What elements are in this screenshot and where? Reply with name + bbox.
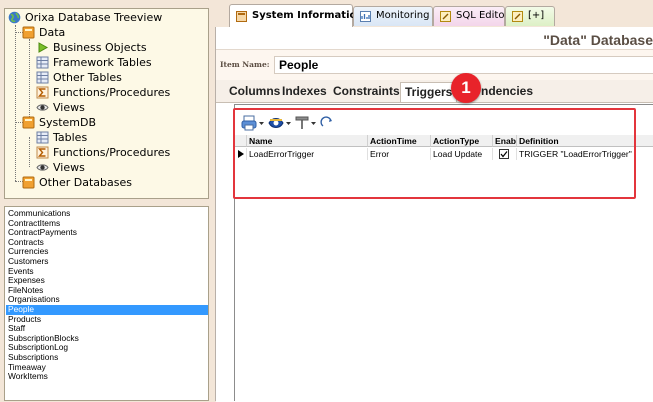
tree-item-label: Business Objects [53,41,147,54]
tree-root-label: Orixa Database Treeview [25,11,163,24]
tab-monitoring[interactable]: Monitoring [353,6,433,26]
list-item[interactable]: Products [6,314,208,325]
globe-icon [8,11,21,24]
sigma-icon [36,146,49,159]
top-tab-strip: System Information Monitoring SQL Editor… [215,0,653,28]
tree-guide-line [29,39,30,121]
tab-new[interactable]: [+] [505,6,555,26]
tree-node-label: SystemDB [39,116,97,129]
sigma-icon [36,86,49,99]
table-list[interactable]: Communications ContractItems ContractPay… [4,206,209,401]
tab-system-information[interactable]: System Information [229,4,364,28]
eye-icon [36,104,49,111]
table-icon [36,71,49,84]
table-icon [36,131,49,144]
tab-label: [+] [528,10,545,21]
database-title: "Data" Database [543,32,653,48]
system-information-panel: "Data" Database Item Name: People Column… [215,27,653,402]
database-icon [22,176,35,189]
info-icon [236,11,247,22]
item-name-field[interactable]: People [274,56,653,74]
tab-indexes[interactable]: Indexes [282,82,327,102]
highlight-rectangle [233,108,636,199]
item-name-row: Item Name: People [216,49,653,81]
add-tab-icon [512,11,523,22]
tree-item-label: Tables [53,131,88,144]
tab-label: Monitoring [376,10,430,21]
list-item[interactable]: WorkItems [6,372,208,382]
tab-dependencies[interactable]: ndencies [481,82,533,102]
tree-item-label: Other Tables [53,71,122,84]
tree-node-label: Data [39,26,66,39]
arrow-right-icon [38,42,49,53]
chart-icon [360,11,371,22]
database-icon [22,116,35,129]
tree-item-label: Framework Tables [53,56,152,69]
tab-constraints[interactable]: Constraints [333,82,400,102]
tree-item-label: Views [53,161,85,174]
eye-icon [36,164,49,171]
database-treeview[interactable]: Orixa Database Treeview Data Business Ob… [4,8,209,199]
tree-item-label: Views [53,101,85,114]
tab-label: System Information [252,10,364,21]
tree-item-label: Functions/Procedures [53,86,171,99]
item-name-label: Item Name: [220,60,270,69]
tree-item-label: Functions/Procedures [53,146,171,159]
table-icon [36,56,49,69]
tab-label: SQL Editor [456,10,509,21]
sub-tab-strip: Columns Indexes Constraints Triggers nde… [216,80,653,102]
tab-triggers[interactable]: Triggers [400,82,458,102]
tree-guide-line [29,137,30,167]
tab-columns[interactable]: Columns [229,82,280,102]
tree-node-label: Other Databases [39,176,132,189]
step-badge: 1 [451,73,481,103]
list-item[interactable]: Customers [6,256,208,267]
tree-guide-line [15,25,16,181]
tab-sql-editor[interactable]: SQL Editor [433,6,509,26]
database-icon [22,26,35,39]
list-item[interactable]: Organisations [6,295,208,305]
edit-icon [440,11,451,22]
